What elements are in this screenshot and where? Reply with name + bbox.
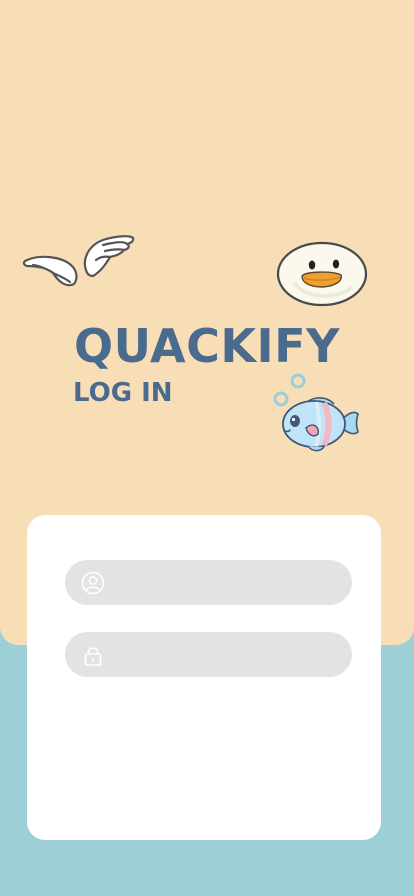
user-icon (81, 571, 105, 595)
login-form (27, 515, 381, 840)
username-input[interactable] (105, 560, 352, 605)
duck-face-icon (276, 241, 368, 307)
page-subtitle: LOG IN (73, 378, 173, 408)
password-field[interactable] (65, 632, 352, 677)
wings-icon (22, 235, 135, 287)
password-input[interactable] (105, 632, 352, 677)
username-field[interactable] (65, 560, 352, 605)
app-title: QUACKIFY (74, 319, 340, 373)
lock-icon (81, 643, 105, 667)
fish-icon (273, 373, 359, 452)
